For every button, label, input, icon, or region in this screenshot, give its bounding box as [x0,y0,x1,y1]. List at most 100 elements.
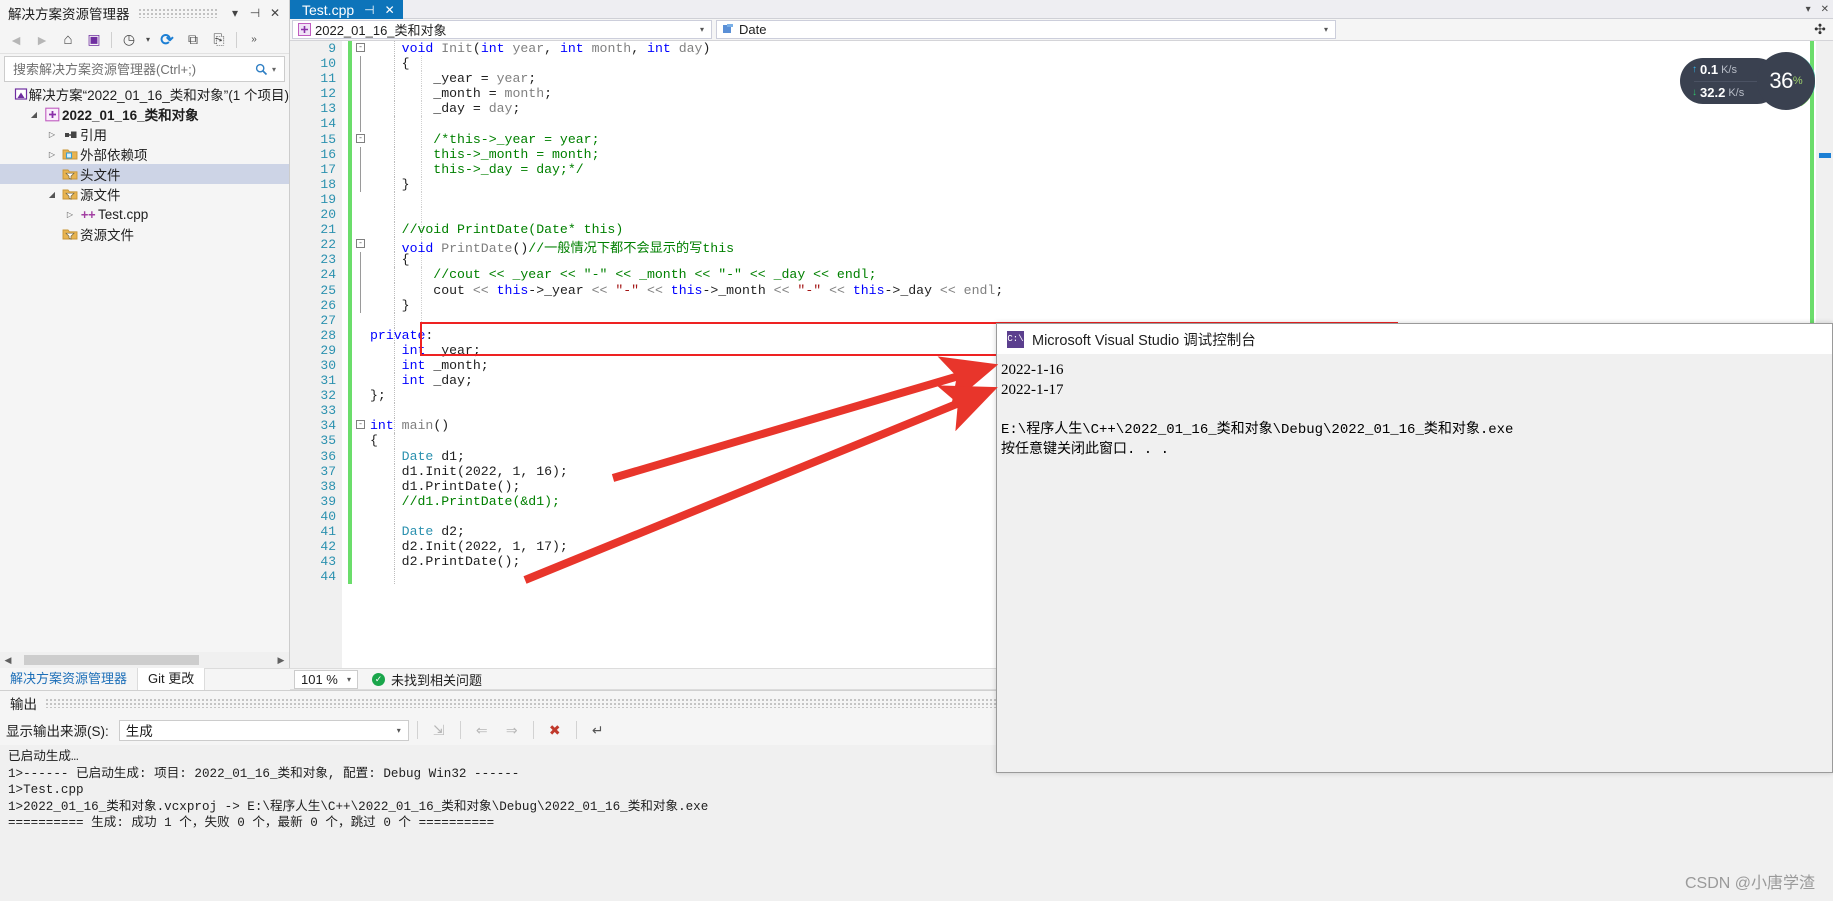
code-line[interactable]: 18 } [290,176,1833,192]
solution-explorer-hscrollbar[interactable]: ◀ ▶ [0,652,289,668]
change-indicator [348,161,352,177]
code-line[interactable]: 14 [290,116,1833,132]
code-line[interactable]: 9 - void Init(int year, int month, int da… [290,41,1833,57]
console-output-text[interactable]: 2022-1-16 2022-1-17 E:\程序人生\C++\2022_01_1… [997,354,1832,772]
panel-dropdown-icon[interactable]: ▾ [225,3,245,23]
debug-console-window[interactable]: C:\ Microsoft Visual Studio 调试控制台 2022-1… [996,323,1833,773]
editor-split-icon[interactable]: ✣ [1809,21,1831,38]
code-text: _day = day; [370,101,521,117]
solution-explorer-search[interactable]: ▾ [4,56,285,82]
tree-item[interactable]: ◢ 源文件 [0,184,289,204]
tabstrip-dropdown-icon[interactable]: ▾ [1806,4,1811,15]
panel-close-icon[interactable]: ✕ [265,3,285,23]
code-line[interactable]: 25 cout << this->_year << "-" << this->_… [290,282,1833,298]
code-line[interactable]: 22- void PrintDate()//一般情况下都不会显示的写this [290,237,1833,256]
code-text: } [370,176,410,192]
tree-item[interactable]: 解决方案“2022_01_16_类和对象”(1 个项目) [0,84,289,104]
code-line[interactable]: 23 { [290,252,1833,268]
tab-solution-explorer[interactable]: 解决方案资源管理器 [0,668,138,690]
code-line[interactable]: 15 - /*this->_year = year; [290,131,1833,147]
tree-item[interactable]: ◢ 2022_01_16_类和对象 [0,104,289,124]
search-options-caret-icon[interactable]: ▾ [272,65,284,74]
tree-item[interactable]: 资源文件 [0,224,289,244]
expand-collapse-icon-collapsed[interactable]: ▷ [62,210,78,219]
expand-collapse-icon-expanded[interactable]: ◢ [26,110,42,119]
fold-region-line [360,267,361,283]
refresh-icon[interactable]: ⟳ [155,29,179,51]
line-number: 24 [320,267,336,283]
code-line[interactable]: 12 _month = month; [290,86,1833,102]
tree-item-label: 头文件 [80,168,121,183]
pending-changes-caret-icon[interactable]: ▾ [143,29,153,51]
tree-item[interactable]: 头文件 [0,164,289,184]
tab-test-cpp[interactable]: Test.cpp ⊣ ✕ [290,0,403,19]
search-icon[interactable] [250,63,272,76]
filter-folder-icon [60,167,80,182]
navbar-scope-caret-icon[interactable]: ▾ [695,25,709,34]
code-line[interactable]: 10 { [290,56,1833,72]
previous-message-icon[interactable]: ⇐ [469,719,495,741]
code-line[interactable]: 20 [290,207,1833,223]
tab-close-icon[interactable]: ✕ [385,3,395,17]
expand-collapse-icon-collapsed[interactable]: ▷ [44,130,60,139]
code-line[interactable]: 13 _day = day; [290,101,1833,117]
tab-pin-icon[interactable]: ⊣ [364,3,374,17]
search-input[interactable] [11,60,250,78]
code-text: { [370,56,410,72]
hscroll-left-arrow[interactable]: ◀ [0,655,16,666]
indent-guide [394,191,395,208]
jump-to-icon[interactable]: ⇲ [426,719,452,741]
line-number: 35 [320,433,336,449]
navbar-member-caret-icon[interactable]: ▾ [1319,25,1333,34]
expand-collapse-icon-expanded[interactable]: ◢ [44,190,60,199]
code-line[interactable]: 16 this->_month = month; [290,146,1833,162]
output-source-dropdown[interactable]: 生成 ▾ [118,719,409,741]
clear-all-icon[interactable]: ✖ [542,719,568,741]
toggle-word-wrap-icon[interactable]: ↵ [585,719,611,741]
code-line[interactable]: 24 //cout << _year << "-" << _month << "… [290,267,1833,283]
panel-pin-icon[interactable]: ⊣ [245,3,265,23]
collapse-all-icon[interactable]: ⧉ [181,29,205,51]
solution-icon[interactable]: ▣ [82,29,106,51]
hscroll-thumb[interactable] [24,655,199,665]
console-line: E:\程序人生\C++\2022_01_16_类和对象\Debug\2022_0… [1001,422,1514,438]
fold-toggle-icon[interactable]: - [356,239,365,249]
console-title-label: Microsoft Visual Studio 调试控制台 [1032,332,1256,349]
titlebar-drag-dots [137,8,217,18]
navbar-member-dropdown[interactable]: Date ▾ [716,20,1336,39]
zoom-caret-icon[interactable]: ▾ [343,675,355,684]
tabstrip-close-icon[interactable]: ✕ [1821,4,1829,15]
tab-git-changes[interactable]: Git 更改 [137,668,206,690]
fold-toggle-icon[interactable]: - [356,43,365,52]
code-line[interactable]: 21 //void PrintDate(Date* this) [290,222,1833,238]
solution-explorer-title: 解决方案资源管理器 [8,7,130,22]
hscroll-right-arrow[interactable]: ▶ [273,655,289,666]
next-message-icon[interactable]: ⇒ [499,719,525,741]
tree-item[interactable]: ▷ 引用 [0,124,289,144]
show-all-files-icon[interactable]: ⎘ [207,29,231,51]
fold-toggle-icon[interactable]: - [356,133,365,143]
code-line[interactable]: 26 } [290,297,1833,313]
home-icon[interactable]: ⌂ [56,29,80,51]
line-number: 42 [320,539,336,555]
tree-item[interactable]: ▷ 外部依赖项 [0,144,289,164]
expand-collapse-icon-collapsed[interactable]: ▷ [44,150,60,159]
error-status[interactable]: ✓ 未找到相关问题 [372,670,482,689]
fold-toggle-icon[interactable]: - [356,420,365,430]
code-line[interactable]: 17 this->_day = day;*/ [290,161,1833,177]
hscroll-track[interactable] [16,653,273,667]
back-icon[interactable]: ◄ [4,29,28,51]
code-text: Date d1; [401,448,465,464]
zoom-level-dropdown[interactable]: 101 % ▾ [294,669,358,689]
code-line[interactable]: 19 [290,191,1833,208]
line-number: 11 [320,71,336,87]
output-source-caret-icon[interactable]: ▾ [392,726,406,735]
overflow-icon[interactable]: » [242,29,266,51]
forward-icon[interactable]: ► [30,29,54,51]
tree-item[interactable]: ▷ ++ Test.cpp [0,204,289,224]
code-line[interactable]: 11 _year = year; [290,71,1833,87]
navbar-scope-dropdown[interactable]: 2022_01_16_类和对象 ▾ [292,20,712,39]
performance-widget[interactable]: ↑ 0.1 K/s ↓ 32.2 K/s 36 % [1680,52,1815,110]
cpu-usage-ring[interactable]: 36 % [1757,52,1815,110]
pending-changes-icon[interactable]: ◷ [117,29,141,51]
